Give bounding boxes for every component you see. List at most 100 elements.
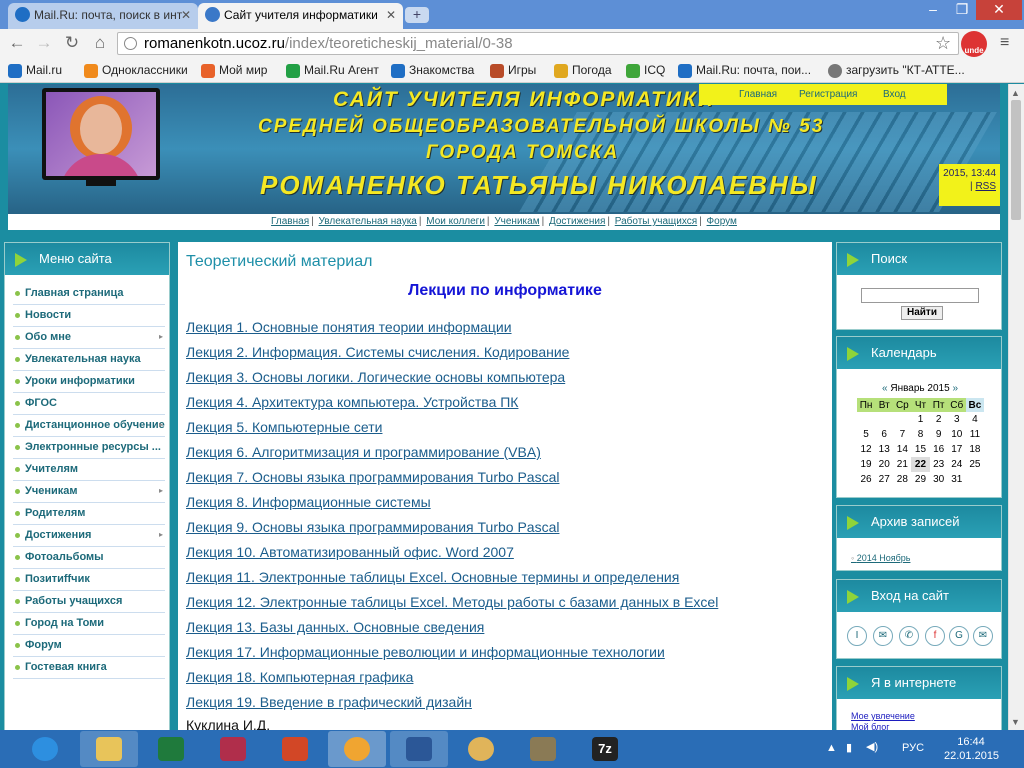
archive-link[interactable]: 2014 Ноябрь [851,553,911,563]
nav-link[interactable]: Достижения [549,216,605,227]
social-login-button[interactable]: f [925,626,945,646]
tab-mailru[interactable]: Mail.Ru: почта, поиск в инт ✕ [8,3,198,29]
menu-item[interactable]: Форум [13,635,165,657]
volume-icon[interactable]: ◀) [866,740,878,753]
lecture-link[interactable]: Лекция 10. Автоматизированный офис. Word… [186,544,514,560]
close-window-button[interactable]: ✕ [976,0,1022,20]
taskbar-app-chrome[interactable] [328,731,386,767]
taskbar-app-gimp[interactable] [514,731,572,767]
reload-icon[interactable]: ↻ [62,33,82,53]
lecture-link[interactable]: Лекция 1. Основные понятия теории информ… [186,319,512,335]
next-month-button[interactable]: » [952,383,958,394]
search-input[interactable] [861,288,979,303]
menu-item[interactable]: Главная страница [13,283,165,305]
lecture-link[interactable]: Лекция 3. Основы логики. Логические осно… [186,369,565,385]
menu-item[interactable]: Достижения ▸ [13,525,165,547]
menu-item[interactable]: Учителям [13,459,165,481]
close-tab-icon[interactable]: ✕ [386,3,396,27]
lecture-link[interactable]: Лекция 9. Основы языка программирования … [186,519,559,535]
bookmark-item[interactable]: Знакомства [391,62,474,79]
address-bar[interactable]: romanenkotn.ucoz.ru/index/teoreticheskij… [117,32,959,55]
menu-item[interactable]: Гостевая книга [13,657,165,679]
bookmark-item[interactable]: Mail.ru [8,62,62,79]
language-indicator[interactable]: РУС [902,742,924,754]
back-icon[interactable]: ← [7,33,27,53]
lecture-link[interactable]: Лекция 4. Архитектура компьютера. Устрой… [186,394,518,410]
taskbar-app-ie[interactable] [16,731,74,767]
extension-button[interactable]: unde [961,31,987,57]
menu-item[interactable]: ФГОС [13,393,165,415]
tray-arrow-icon[interactable]: ▲ [826,742,837,754]
social-login-button[interactable]: G [949,626,969,646]
prev-month-button[interactable]: « [882,383,888,394]
taskbar-app-word[interactable] [390,731,448,767]
top-menu-login[interactable]: Вход [883,84,906,105]
menu-item[interactable]: Ученикам ▸ [13,481,165,503]
close-tab-icon[interactable]: ✕ [181,3,191,27]
lecture-link[interactable]: Лекция 18. Компьютерная графика [186,669,413,685]
menu-item[interactable]: Город на Томи [13,613,165,635]
menu-item[interactable]: Увлекательная наука [13,349,165,371]
scroll-down-icon[interactable]: ▼ [1011,717,1020,727]
taskbar-app-excel[interactable] [142,731,200,767]
nav-link[interactable]: Увлекательная наука [319,216,417,227]
bookmark-item[interactable]: ICQ [626,62,665,79]
forward-icon[interactable]: → [34,33,54,53]
menu-item[interactable]: Позитиffчик [13,569,165,591]
lecture-link[interactable]: Лекция 12. Электронные таблицы Excel. Ме… [186,594,718,610]
lecture-link[interactable]: Лекция 6. Алгоритмизация и программирова… [186,444,541,460]
menu-item[interactable]: Родителям [13,503,165,525]
lecture-link[interactable]: Лекция 5. Компьютерные сети [186,419,382,435]
bookmark-item[interactable]: Mail.Ru: почта, пои... [678,62,811,79]
lecture-link[interactable]: Лекция 17. Информационные революции и ин… [186,644,665,660]
social-login-button[interactable]: I [847,626,867,646]
menu-item[interactable]: Уроки информатики [13,371,165,393]
nav-link[interactable]: Ученикам [494,216,539,227]
taskbar-app-7zip[interactable]: 7z [576,731,634,767]
bookmark-item[interactable]: Мой мир [201,62,267,79]
tab-teacher-site[interactable]: Сайт учителя информатики ✕ [198,3,403,29]
taskbar-app-access[interactable] [204,731,262,767]
social-login-button[interactable]: ✆ [899,626,919,646]
nav-link[interactable]: Мои коллеги [426,216,485,227]
minimize-button[interactable]: – [918,0,948,20]
top-menu-home[interactable]: Главная [739,84,777,105]
taskbar-clock[interactable]: 16:44 22.01.2015 [944,735,999,763]
lecture-link[interactable]: Лекция 7. Основы языка программирования … [186,469,559,485]
menu-item[interactable]: Дистанционное обучение ▸ [13,415,165,437]
lecture-link[interactable]: Лекция 19. Введение в графический дизайн [186,694,472,710]
bookmark-item[interactable]: Mail.Ru Агент [286,62,379,79]
lecture-link[interactable]: Лекция 13. Базы данных. Основные сведени… [186,619,484,635]
social-login-button[interactable]: ✉ [873,626,893,646]
nav-link[interactable]: Работы учащихся [615,216,697,227]
bookmark-star-icon[interactable]: ☆ [935,33,951,54]
network-icon[interactable]: ▮ [846,741,852,754]
restore-button[interactable]: ❐ [948,0,976,20]
new-tab-button[interactable]: + [405,7,429,23]
menu-item[interactable]: Электронные ресурсы ... [13,437,165,459]
nav-link[interactable]: Главная [271,216,309,227]
menu-item[interactable]: Новости [13,305,165,327]
taskbar-app-powerpoint[interactable] [266,731,324,767]
search-button[interactable]: Найти [901,306,943,320]
scroll-thumb[interactable] [1011,100,1021,220]
rss-link[interactable]: RSS [975,181,996,192]
social-login-button[interactable]: ✉ [973,626,993,646]
bookmark-item[interactable]: загрузить "КТ-АТТЕ... [828,62,965,79]
lecture-link[interactable]: Лекция 11. Электронные таблицы Excel. Ос… [186,569,679,585]
nav-link[interactable]: Форум [707,216,737,227]
internet-link[interactable]: Мое увлечение [851,711,915,721]
taskbar-app-explorer[interactable] [80,731,138,767]
menu-item[interactable]: Фотоальбомы [13,547,165,569]
top-menu-register[interactable]: Регистрация [799,84,857,105]
lecture-link[interactable]: Лекция 8. Информационные системы [186,494,431,510]
bookmark-item[interactable]: Игры [490,62,536,79]
bookmark-item[interactable]: Одноклассники [84,62,188,79]
lecture-link[interactable]: Лекция 2. Информация. Системы счисления.… [186,344,569,360]
menu-item[interactable]: Обо мне ▸ [13,327,165,349]
bookmark-item[interactable]: Погода [554,62,612,79]
menu-icon[interactable]: ≡ [1000,34,1009,52]
internet-link[interactable]: Мой блог [851,722,890,730]
scroll-up-icon[interactable]: ▲ [1011,88,1020,98]
taskbar-app-paint[interactable] [452,731,510,767]
